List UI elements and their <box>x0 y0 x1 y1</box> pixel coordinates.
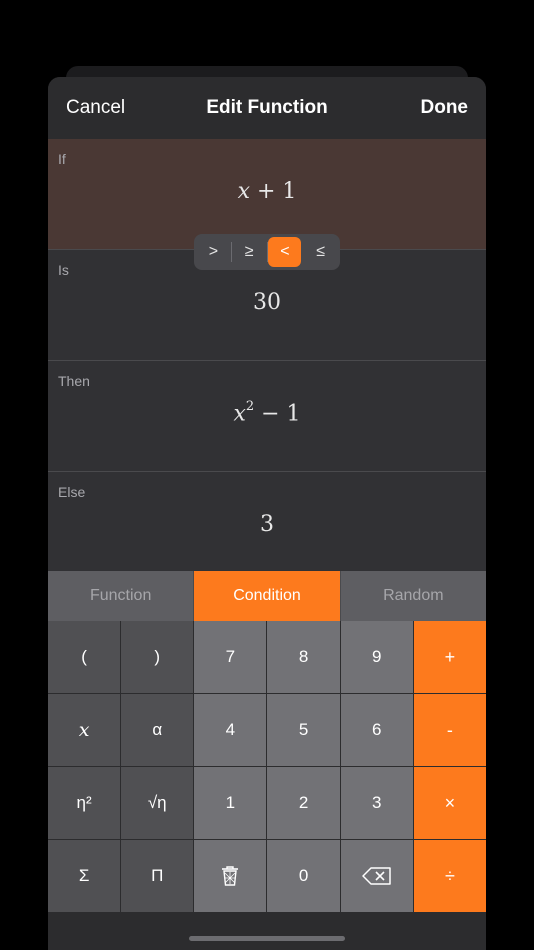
key-7[interactable]: 7 <box>194 621 267 693</box>
key-9[interactable]: 9 <box>340 621 413 693</box>
key-variable-x[interactable]: x <box>48 694 121 766</box>
if-expression-rest: + 1 <box>250 179 297 204</box>
key-8[interactable]: 8 <box>267 621 340 693</box>
key-clear[interactable] <box>194 840 267 912</box>
key-4[interactable]: 4 <box>194 694 267 766</box>
key-plus[interactable]: + <box>413 621 486 693</box>
home-indicator[interactable] <box>189 936 345 941</box>
is-value: 30 <box>253 290 281 315</box>
comparator-divider <box>302 242 303 262</box>
is-label: Is <box>58 262 69 278</box>
key-multiply[interactable]: × <box>413 767 486 839</box>
else-label: Else <box>58 484 86 500</box>
key-sqrt[interactable]: √η <box>121 767 194 839</box>
then-label: Then <box>58 373 90 389</box>
if-label: If <box>58 151 66 167</box>
comparator-divider <box>230 242 232 262</box>
keypad: ( ) 7 8 9 + x α 4 5 6 - η² √η 1 2 3 × Σ … <box>48 621 486 912</box>
comparator-greater-equal[interactable]: ≥ <box>233 237 266 267</box>
key-divide[interactable]: ÷ <box>413 840 486 912</box>
if-expression-var: x <box>237 179 250 204</box>
comparator-picker: > ≥ < ≤ <box>194 234 340 270</box>
comparator-less-equal[interactable]: ≤ <box>304 237 337 267</box>
key-5[interactable]: 5 <box>267 694 340 766</box>
done-button[interactable]: Done <box>421 97 469 119</box>
nav-bar: Cancel Edit Function Done <box>48 77 486 139</box>
tab-random[interactable]: Random <box>339 571 486 621</box>
key-6[interactable]: 6 <box>340 694 413 766</box>
then-expression-exponent: 2 <box>245 399 255 414</box>
key-sum[interactable]: Σ <box>48 840 121 912</box>
key-open-paren[interactable]: ( <box>48 621 121 693</box>
key-alpha[interactable]: α <box>121 694 194 766</box>
edit-function-sheet: Cancel Edit Function Done If x + 1 Is 30… <box>48 77 486 950</box>
backspace-icon <box>361 867 391 885</box>
key-0[interactable]: 0 <box>267 840 340 912</box>
then-expression: x2 − 1 <box>48 399 486 427</box>
key-3[interactable]: 3 <box>340 767 413 839</box>
key-1[interactable]: 1 <box>194 767 267 839</box>
tab-function[interactable]: Function <box>48 571 194 621</box>
then-expression-var: x <box>233 401 246 427</box>
bottom-bar <box>48 912 486 950</box>
keypad-tabs: Function Condition Random <box>48 571 486 621</box>
comparator-divider <box>266 242 268 262</box>
trash-icon <box>222 866 239 886</box>
key-close-paren[interactable]: ) <box>121 621 194 693</box>
then-expression-rest: − 1 <box>254 401 301 427</box>
key-backspace[interactable] <box>340 840 413 912</box>
key-2[interactable]: 2 <box>267 767 340 839</box>
key-minus[interactable]: - <box>413 694 486 766</box>
comparator-greater[interactable]: > <box>197 237 230 267</box>
key-product[interactable]: Π <box>121 840 194 912</box>
tab-condition[interactable]: Condition <box>193 571 340 621</box>
comparator-less[interactable]: < <box>268 237 302 267</box>
if-expression: x + 1 <box>48 179 486 204</box>
key-square[interactable]: η² <box>48 767 121 839</box>
else-section[interactable]: Else 3 <box>48 472 486 571</box>
then-section[interactable]: Then x2 − 1 <box>48 361 486 472</box>
else-value: 3 <box>260 512 274 537</box>
